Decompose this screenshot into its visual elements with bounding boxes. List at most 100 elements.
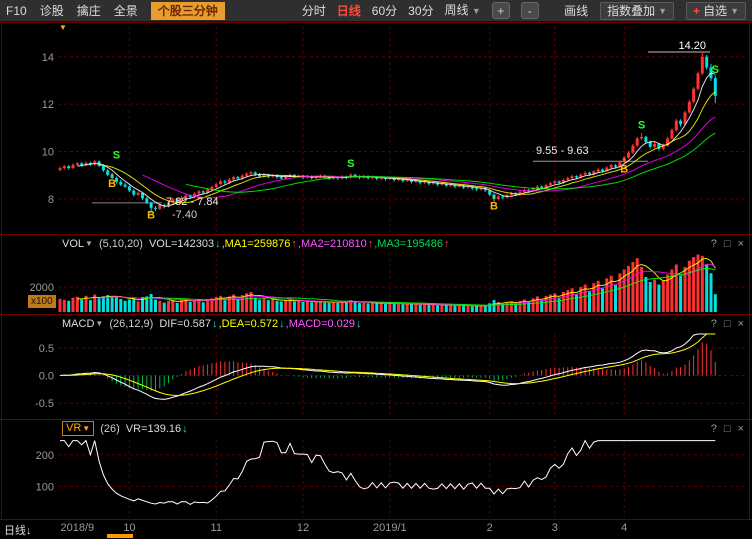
index-overlay-button[interactable]: 指数叠加▼ bbox=[600, 2, 674, 20]
menu-f10[interactable]: F10 bbox=[6, 0, 27, 22]
trend-arrow-icon: ↓ bbox=[212, 318, 218, 330]
add-watchlist-button[interactable]: +自选▼ bbox=[686, 2, 746, 20]
timeline-month-label: 3 bbox=[552, 522, 558, 534]
svg-text:B: B bbox=[490, 201, 498, 213]
maximize-icon[interactable]: □ bbox=[724, 423, 731, 435]
svg-text:B: B bbox=[147, 209, 155, 221]
maximize-icon[interactable]: □ bbox=[724, 238, 731, 250]
macd-panel-header: MACD▼ (26,12,9) DIF=0.587↓,DEA=0.572↓,MA… bbox=[0, 316, 752, 331]
timeline-month-label: 2019/1 bbox=[373, 522, 407, 534]
svg-text:7.82 - 7.84: 7.82 - 7.84 bbox=[166, 196, 219, 208]
arrow-down-icon: ↓ bbox=[26, 525, 32, 537]
svg-text:14.20: 14.20 bbox=[678, 40, 706, 52]
svg-text:S: S bbox=[113, 150, 120, 162]
chevron-down-icon: ▼ bbox=[85, 239, 93, 248]
close-icon[interactable]: × bbox=[738, 318, 744, 330]
time-axis: 2018/91011122019/1234 bbox=[0, 520, 752, 534]
timeframe-60min[interactable]: 60分 bbox=[372, 0, 397, 22]
macd-indicator-name: MACD bbox=[62, 318, 94, 330]
indicator-value: VOL=142303 bbox=[149, 238, 214, 250]
vr-panel-icons: ? □ × bbox=[711, 423, 752, 435]
vol-indicator-name: VOL bbox=[62, 238, 84, 250]
macd-params: (26,12,9) bbox=[109, 318, 153, 330]
svg-text:B: B bbox=[108, 178, 116, 190]
timeline-scrollbar-thumb[interactable] bbox=[107, 534, 133, 538]
timeframe-weekly[interactable]: 周线 ▼ bbox=[445, 0, 481, 22]
period-label: 日线 bbox=[4, 525, 26, 537]
close-icon[interactable]: × bbox=[738, 238, 744, 250]
watchlist-label: 自选 bbox=[703, 3, 727, 19]
maximize-icon[interactable]: □ bbox=[724, 318, 731, 330]
timeline-month-label: 4 bbox=[621, 522, 627, 534]
trend-arrow-icon: ↓ bbox=[279, 318, 285, 330]
chevron-down-icon: ▼ bbox=[658, 3, 667, 19]
help-icon[interactable]: ? bbox=[711, 423, 717, 435]
svg-text:10: 10 bbox=[42, 146, 54, 158]
trend-arrow-icon: ↑ bbox=[444, 238, 450, 250]
svg-text:B: B bbox=[620, 163, 628, 175]
vr-panel-header: VR▼ (26) VR=139.16↓ ? □ × bbox=[0, 421, 752, 436]
vr-params: (26) bbox=[100, 423, 120, 435]
vol-values: VOL=142303↓,MA1=259876↑,MA2=210810↑,MA3=… bbox=[149, 238, 451, 250]
macd-indicator-selector[interactable]: MACD▼ bbox=[62, 318, 103, 330]
chevron-down-icon: ▼ bbox=[730, 3, 739, 19]
price-candlestick-chart[interactable]: 1412108S↑B↑BS↑B↑BSS14.207.82 - 7.84-7.40… bbox=[0, 22, 752, 234]
svg-text:-0.5: -0.5 bbox=[35, 398, 54, 410]
trend-arrow-icon: ↑ bbox=[368, 238, 374, 250]
plus-icon: + bbox=[693, 3, 700, 19]
panel-divider bbox=[0, 234, 752, 235]
menu-panorama[interactable]: 全景 bbox=[114, 0, 138, 22]
close-icon[interactable]: × bbox=[738, 423, 744, 435]
trend-arrow-icon: ↓ bbox=[182, 423, 188, 435]
chart-left-border bbox=[1, 22, 2, 519]
timeframe-daily[interactable]: 日线 bbox=[337, 0, 361, 22]
indicator-value: VR=139.16 bbox=[126, 423, 181, 435]
svg-text:S: S bbox=[712, 64, 719, 76]
vol-indicator-selector[interactable]: VOL▼ bbox=[62, 238, 93, 250]
menu-catch-banker[interactable]: 擒庄 bbox=[77, 0, 101, 22]
period-selector[interactable]: 日线↓ bbox=[4, 522, 32, 538]
timeline-month-label: 2 bbox=[487, 522, 493, 534]
timeframe-weekly-label: 周线 bbox=[445, 3, 469, 17]
chevron-down-icon: ▼ bbox=[95, 319, 103, 328]
indicator-value: ,DEA=0.572 bbox=[219, 318, 279, 330]
chevron-down-icon: ▼ bbox=[82, 422, 90, 435]
svg-text:14: 14 bbox=[42, 52, 54, 64]
stock-chart-app: F10 诊股 擒庄 全景 个股三分钟 分时 日线 60分 30分 周线 ▼ + … bbox=[0, 0, 752, 539]
timeframe-group: 分时 日线 60分 30分 周线 ▼ + - bbox=[302, 0, 539, 22]
help-icon[interactable]: ? bbox=[711, 318, 717, 330]
zoom-out-button[interactable]: - bbox=[521, 2, 539, 19]
main-indicator-caret-icon[interactable]: ▼ bbox=[59, 23, 67, 32]
indicator-value: ,MA1=259876 bbox=[222, 238, 291, 250]
svg-text:9.55 - 9.63: 9.55 - 9.63 bbox=[536, 145, 589, 157]
timeline-month-label: 11 bbox=[211, 522, 222, 534]
menu-diagnose-stock[interactable]: 诊股 bbox=[40, 0, 64, 22]
indicator-value: ,MA3=195486 bbox=[374, 238, 443, 250]
panel-divider bbox=[0, 419, 752, 420]
draw-line-button[interactable]: 画线 bbox=[564, 0, 588, 22]
help-icon[interactable]: ? bbox=[711, 238, 717, 250]
zoom-in-button[interactable]: + bbox=[492, 2, 510, 19]
timeline-month-label: 2018/9 bbox=[61, 522, 95, 534]
vr-indicator-selector[interactable]: VR▼ bbox=[62, 421, 94, 436]
svg-text:2000: 2000 bbox=[30, 282, 54, 294]
trend-arrow-icon: ↓ bbox=[356, 318, 362, 330]
chart-right-border bbox=[749, 22, 750, 519]
svg-text:-7.40: -7.40 bbox=[172, 209, 197, 221]
macd-panel-icons: ? □ × bbox=[711, 318, 752, 330]
indicator-value: ,MACD=0.029 bbox=[286, 318, 355, 330]
stock-3min-button[interactable]: 个股三分钟 bbox=[151, 2, 225, 20]
panel-divider bbox=[0, 22, 752, 23]
indicator-value: DIF=0.587 bbox=[159, 318, 211, 330]
trend-arrow-icon: ↑ bbox=[291, 238, 297, 250]
vol-panel-icons: ? □ × bbox=[711, 238, 752, 250]
svg-text:100: 100 bbox=[36, 481, 54, 493]
indicator-value: ,MA2=210810 bbox=[298, 238, 367, 250]
vr-indicator-name: VR bbox=[66, 422, 81, 435]
svg-text:12: 12 bbox=[42, 99, 54, 111]
timeframe-30min[interactable]: 30分 bbox=[408, 0, 433, 22]
timeframe-intraday[interactable]: 分时 bbox=[302, 0, 326, 22]
timeline-month-label: 10 bbox=[123, 522, 135, 534]
svg-text:0.0: 0.0 bbox=[39, 371, 54, 383]
svg-text:0.5: 0.5 bbox=[39, 343, 54, 355]
